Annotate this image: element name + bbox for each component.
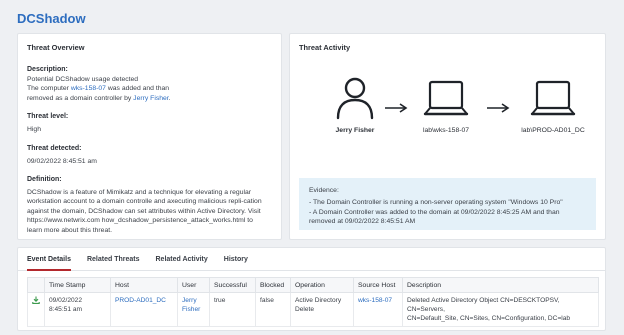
row-icon-cell[interactable] [27, 292, 45, 327]
evidence-box: Evidence: - The Domain Controller is run… [299, 178, 596, 230]
description-label: Description: [27, 66, 68, 73]
tab-event-details[interactable]: Event Details [27, 248, 78, 271]
column-header-source-host[interactable]: Source Host [353, 277, 403, 293]
timestamp-time: 8:45:51 am [49, 306, 82, 313]
user-cell[interactable]: Jerry Fisher [177, 292, 210, 327]
source-computer-node: lab\wks-158-07 [404, 76, 488, 134]
description-pre: The computer [27, 85, 71, 93]
column-header-timestamp[interactable]: Time Stamp [44, 277, 111, 293]
description-mid-1: was added and than [105, 85, 170, 93]
page-title: DCShadow [17, 11, 86, 26]
laptop-icon [423, 80, 469, 116]
description-line-1: Deleted Active Directory Object CN=DESCK… [407, 297, 560, 313]
description-line-2: The computer wks-158-07 was added and th… [27, 84, 272, 93]
definition-line: against the domain, DCShadow can set att… [27, 207, 261, 215]
source-host-cell[interactable]: wks-158-07 [353, 292, 403, 327]
tab-related-threats[interactable]: Related Threats [87, 248, 147, 270]
download-icon[interactable] [32, 296, 40, 304]
operation-line-2: Delete [295, 306, 315, 313]
column-header-host[interactable]: Host [110, 277, 178, 293]
details-tabs: Event Details Related Threats Related Ac… [18, 248, 605, 271]
column-header-successful[interactable]: Successful [209, 277, 256, 293]
user-link-line-2[interactable]: Fisher [182, 305, 205, 314]
computer-link[interactable]: wks-158-07 [71, 85, 106, 92]
host-cell[interactable]: PROD-AD01_DC [110, 292, 178, 327]
threat-activity-card: Threat Activity Jerry Fisher lab\wks-158… [289, 33, 606, 240]
source-host-link[interactable]: wks-158-07 [358, 297, 392, 304]
description-cell: Deleted Active Directory Object CN=DESCK… [402, 292, 599, 327]
evidence-label: Evidence: [309, 187, 339, 194]
threat-level-value: High [27, 126, 41, 134]
definition-line: workstation account to a domain controll… [27, 198, 262, 206]
column-header-user[interactable]: User [177, 277, 210, 293]
node-label: Jerry Fisher [335, 127, 375, 134]
evidence-line: removed at 09/02/2022 8:45:51 AM [309, 218, 416, 226]
description-end: . [168, 94, 171, 102]
evidence-line: - The Domain Controller is running a non… [309, 199, 563, 207]
operation-line-1: Active Directory [295, 297, 342, 304]
user-link-line-1[interactable]: Jerry [182, 296, 205, 305]
description-line-1: Potential DCShadow usage detected [27, 76, 139, 83]
threat-level-label: Threat level: [27, 113, 69, 121]
description-line-2: CN=Default_Site, CN=Sites, CN=Configurat… [407, 315, 571, 322]
threat-overview-card: Threat Overview Description: Potential D… [17, 33, 282, 240]
evidence-line: - A Domain Controller was added to the d… [309, 208, 560, 216]
threat-overview-heading: Threat Overview [27, 43, 85, 52]
definition-label: Definition: [27, 176, 62, 184]
user-icon [336, 77, 374, 120]
user-link[interactable]: Jerry Fisher [133, 95, 169, 102]
table-row[interactable]: 09/02/2022 8:45:51 am PROD-AD01_DC Jerry… [27, 292, 599, 327]
event-table: Time Stamp Host User Successful Blocked … [27, 277, 599, 327]
node-label: lab\wks-158-07 [422, 127, 470, 134]
host-link[interactable]: PROD-AD01_DC [115, 297, 166, 304]
activity-flow: Jerry Fisher lab\wks-158-07 lab\PROD-AD0… [299, 62, 596, 172]
threat-detected-label: Threat detected: [27, 144, 82, 152]
node-label: lab\PROD-AD01_DC [521, 127, 585, 134]
definition-line: https://www.netwrix.com how_dcshadow_per… [27, 217, 253, 225]
column-header-description[interactable]: Description [402, 277, 599, 293]
description-mid-2: removed as a domain controller by [27, 94, 134, 102]
column-header-operation[interactable]: Operation [290, 277, 354, 293]
threat-activity-heading: Threat Activity [299, 43, 351, 52]
table-header-row: Time Stamp Host User Successful Blocked … [27, 277, 599, 293]
blocked-cell: false [255, 292, 291, 327]
operation-cell: Active Directory Delete [290, 292, 354, 327]
target-computer-node: lab\PROD-AD01_DC [506, 76, 600, 134]
details-card: Event Details Related Threats Related Ac… [17, 247, 606, 331]
column-header-blocked[interactable]: Blocked [255, 277, 291, 293]
successful-cell: true [209, 292, 256, 327]
timestamp-date: 09/02/2022 [49, 297, 83, 304]
threat-detected-value: 09/02/2022 8:45:51 am [27, 157, 97, 165]
laptop-icon [530, 80, 576, 116]
definition-line: learn more about this threat. [27, 226, 113, 234]
tab-history[interactable]: History [224, 248, 255, 270]
description-line-3: removed as a domain controller by Jerry … [27, 94, 272, 103]
definition-line: DCShadow is a feature of Mimikatz and a … [27, 189, 252, 197]
timestamp-cell: 09/02/2022 8:45:51 am [44, 292, 111, 327]
tab-related-activity[interactable]: Related Activity [156, 248, 215, 270]
column-header-icon [27, 277, 45, 293]
